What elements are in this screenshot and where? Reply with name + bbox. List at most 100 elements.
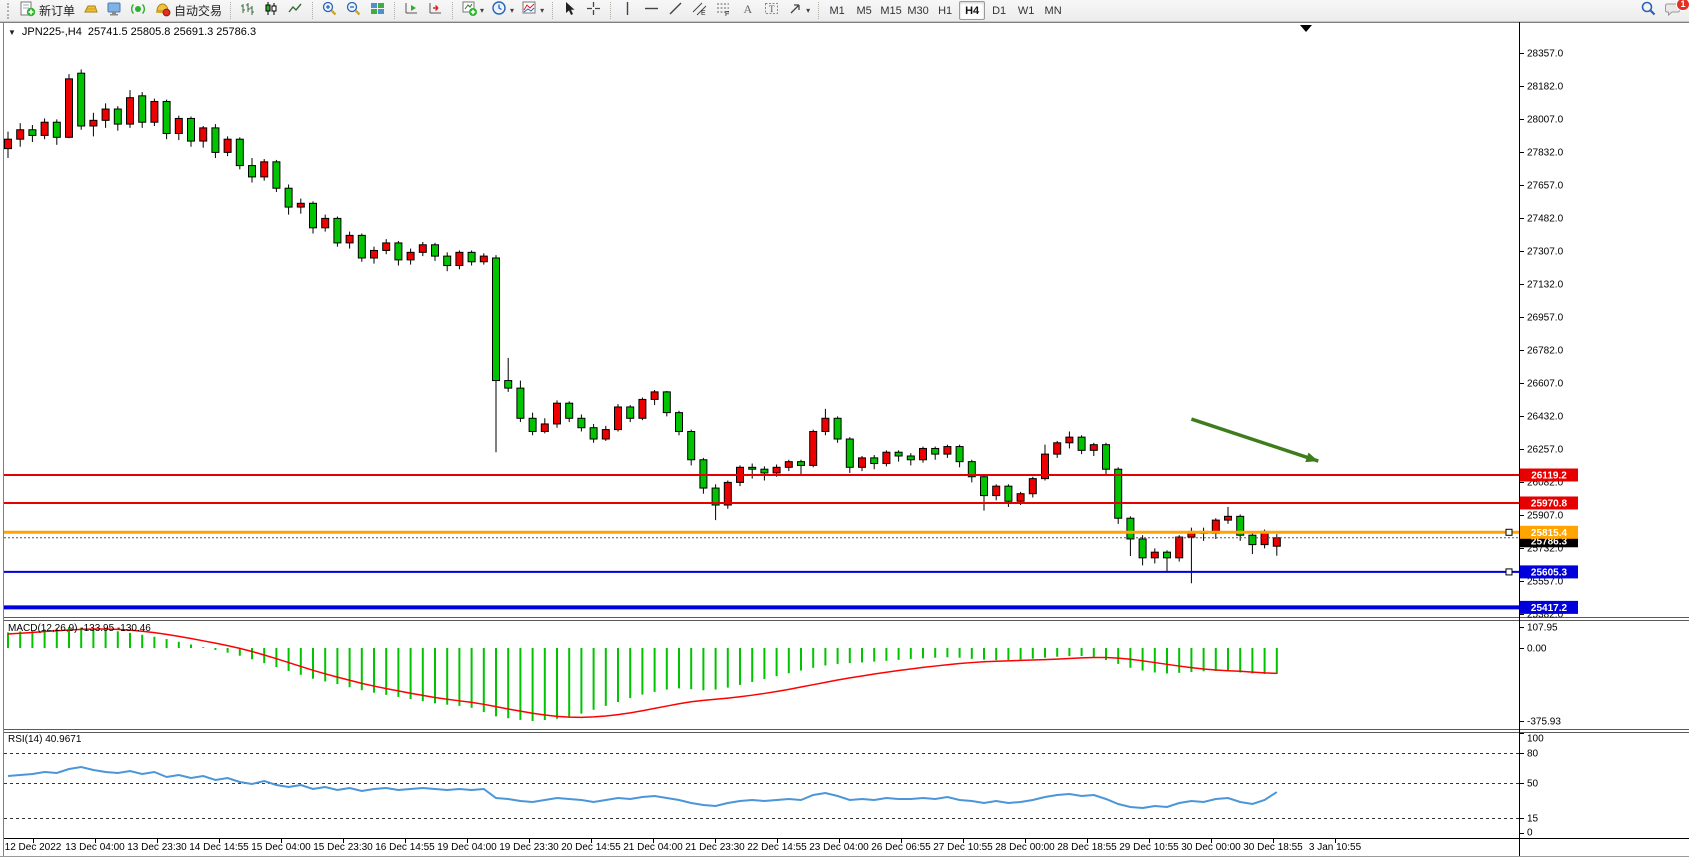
chart-window: 28357.028182.028007.027832.027657.027482… bbox=[0, 22, 1689, 860]
timeframe-m30-button[interactable]: M30 bbox=[905, 1, 931, 20]
timeframe-h1-button[interactable]: H1 bbox=[932, 1, 958, 20]
new-order-button[interactable]: 新订单 bbox=[16, 1, 78, 21]
timeframe-w1-button[interactable]: W1 bbox=[1013, 1, 1039, 20]
vertical-line-button[interactable] bbox=[616, 1, 639, 21]
svg-text:27482.0: 27482.0 bbox=[1527, 214, 1564, 225]
arrows-icon bbox=[787, 0, 804, 22]
chart-title: JPN225-,H4 bbox=[22, 26, 82, 38]
timeframe-d1-button[interactable]: D1 bbox=[986, 1, 1012, 20]
line-chart-icon bbox=[287, 0, 304, 22]
svg-text:25970.8: 25970.8 bbox=[1531, 498, 1568, 509]
svg-text:27657.0: 27657.0 bbox=[1527, 181, 1564, 192]
text-button[interactable]: A bbox=[736, 1, 759, 21]
time-axis: 12 Dec 202213 Dec 04:0013 Dec 23:3014 De… bbox=[5, 839, 1362, 853]
svg-text:19 Dec 23:30: 19 Dec 23:30 bbox=[499, 842, 559, 853]
svg-text:28007.0: 28007.0 bbox=[1527, 115, 1564, 126]
autotrading-label: 自动交易 bbox=[174, 2, 222, 19]
text-label-icon: T bbox=[763, 0, 780, 22]
svg-text:28 Dec 00:00: 28 Dec 00:00 bbox=[995, 842, 1055, 853]
main-toolbar: 新订单 自动交易 bbox=[0, 0, 1689, 22]
chat-unread-badge: 1 bbox=[1676, 0, 1689, 11]
trendline-button[interactable] bbox=[664, 1, 687, 21]
svg-text:13 Dec 23:30: 13 Dec 23:30 bbox=[127, 842, 187, 853]
fibonacci-button[interactable]: F bbox=[712, 1, 735, 21]
arrows-dropdown[interactable]: ▾ bbox=[784, 1, 813, 21]
dropdown-caret-icon: ▾ bbox=[806, 6, 810, 15]
market-icon bbox=[106, 0, 123, 22]
bar-chart-button[interactable] bbox=[236, 1, 259, 21]
timeframe-m1-button[interactable]: M1 bbox=[824, 1, 850, 20]
symbol-dropdown-icon[interactable]: ▼ bbox=[8, 28, 16, 37]
cursor-button[interactable] bbox=[558, 1, 581, 21]
candles bbox=[5, 69, 1281, 583]
crosshair-button[interactable] bbox=[582, 1, 605, 21]
periods-dropdown[interactable]: ▾ bbox=[488, 1, 517, 21]
svg-text:-375.93: -375.93 bbox=[1527, 716, 1561, 727]
clock-icon bbox=[491, 0, 508, 22]
candlestick-chart-button[interactable] bbox=[260, 1, 283, 21]
svg-text:A: A bbox=[744, 2, 753, 16]
timeframe-m5-button[interactable]: M5 bbox=[851, 1, 877, 20]
zoom-in-button[interactable] bbox=[318, 1, 341, 21]
zoom-out-icon bbox=[345, 0, 362, 22]
toolbar-separator bbox=[552, 2, 553, 19]
timeframe-mn-button[interactable]: MN bbox=[1040, 1, 1066, 20]
auto-scroll-button[interactable] bbox=[400, 1, 423, 21]
zoom-out-button[interactable] bbox=[342, 1, 365, 21]
line-chart-button[interactable] bbox=[284, 1, 307, 21]
candlestick-chart-icon bbox=[263, 0, 280, 22]
svg-text:27132.0: 27132.0 bbox=[1527, 280, 1564, 291]
dropdown-caret-icon: ▾ bbox=[540, 6, 544, 15]
svg-text:E: E bbox=[701, 10, 706, 17]
timeframe-m15-button[interactable]: M15 bbox=[878, 1, 904, 20]
chart-shift-button[interactable] bbox=[424, 1, 447, 21]
svg-text:21 Dec 23:30: 21 Dec 23:30 bbox=[685, 842, 745, 853]
zoom-in-icon bbox=[321, 0, 338, 22]
toolbar-separator bbox=[610, 2, 611, 19]
dropdown-caret-icon: ▾ bbox=[510, 6, 514, 15]
autotrading-button[interactable]: 自动交易 bbox=[151, 1, 225, 21]
timeframe-h4-button[interactable]: H4 bbox=[959, 1, 985, 20]
svg-text:15: 15 bbox=[1527, 814, 1539, 825]
new-chart-icon bbox=[461, 0, 478, 22]
indicators-dropdown[interactable]: ▾ bbox=[518, 1, 547, 21]
svg-text:22 Dec 14:55: 22 Dec 14:55 bbox=[747, 842, 807, 853]
svg-text:0: 0 bbox=[1527, 828, 1533, 839]
macd-label: MACD(12,26,9) -133.95 -130.46 bbox=[8, 623, 151, 634]
svg-text:26257.0: 26257.0 bbox=[1527, 445, 1564, 456]
chart-shift-icon bbox=[427, 0, 444, 22]
svg-text:27307.0: 27307.0 bbox=[1527, 247, 1564, 258]
chat-button[interactable]: 1 bbox=[1661, 1, 1685, 21]
gold-bar-button[interactable] bbox=[79, 1, 102, 21]
toolbar-grip[interactable] bbox=[7, 3, 12, 19]
gold-bar-icon bbox=[82, 0, 99, 22]
svg-text:26782.0: 26782.0 bbox=[1527, 346, 1564, 357]
toolbar-separator bbox=[452, 2, 453, 19]
text-label-button[interactable]: T bbox=[760, 1, 783, 21]
trendline-icon bbox=[667, 0, 684, 22]
svg-text:3 Jan 10:55: 3 Jan 10:55 bbox=[1309, 842, 1362, 853]
market-button[interactable] bbox=[103, 1, 126, 21]
svg-text:25417.2: 25417.2 bbox=[1531, 603, 1568, 614]
search-button[interactable] bbox=[1637, 1, 1660, 21]
svg-text:26432.0: 26432.0 bbox=[1527, 412, 1564, 423]
svg-text:27832.0: 27832.0 bbox=[1527, 148, 1564, 159]
tile-windows-button[interactable] bbox=[366, 1, 389, 21]
horizontal-line-icon bbox=[643, 0, 660, 22]
svg-text:26119.2: 26119.2 bbox=[1531, 471, 1567, 482]
equidistant-channel-button[interactable]: E bbox=[688, 1, 711, 21]
new-chart-dropdown[interactable]: ▾ bbox=[458, 1, 487, 21]
price-badges: 25786.326119.225970.825815.425605.325417… bbox=[1520, 469, 1578, 614]
new-order-icon bbox=[19, 0, 36, 22]
text-icon: A bbox=[739, 0, 756, 22]
svg-text:28182.0: 28182.0 bbox=[1527, 82, 1564, 93]
svg-text:26 Dec 06:55: 26 Dec 06:55 bbox=[871, 842, 931, 853]
chart-canvas[interactable]: 28357.028182.028007.027832.027657.027482… bbox=[0, 22, 1689, 860]
signals-button[interactable] bbox=[127, 1, 150, 21]
chart-frame bbox=[0, 22, 1689, 857]
svg-text:15 Dec 23:30: 15 Dec 23:30 bbox=[313, 842, 373, 853]
horizontal-line-button[interactable] bbox=[640, 1, 663, 21]
svg-text:80: 80 bbox=[1527, 749, 1539, 760]
svg-text:20 Dec 14:55: 20 Dec 14:55 bbox=[561, 842, 621, 853]
price-axis: 28357.028182.028007.027832.027657.027482… bbox=[1519, 49, 1564, 839]
